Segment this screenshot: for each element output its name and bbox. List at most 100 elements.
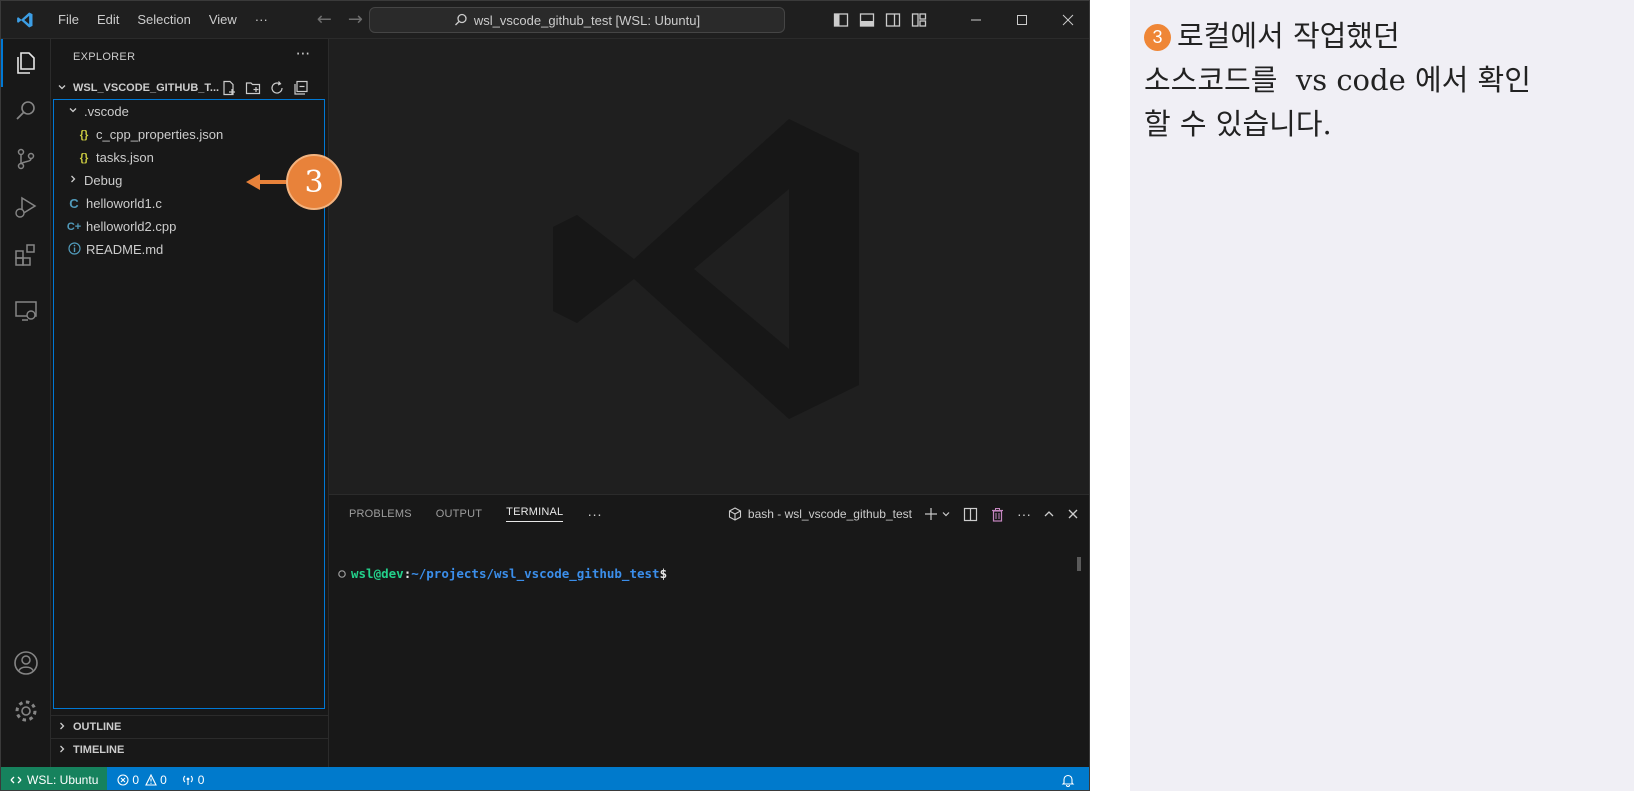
chevron-down-icon (55, 82, 69, 95)
warning-icon (145, 773, 157, 786)
refresh-icon[interactable] (269, 80, 285, 96)
prompt-user: wsl@dev (351, 566, 404, 581)
tree-item-helloworld2-cpp[interactable]: C+ helloworld2.cpp (54, 215, 324, 238)
remote-explorer-icon[interactable] (1, 287, 51, 335)
tab-problems[interactable]: PROBLEMS (349, 508, 412, 520)
maximize-panel-icon[interactable] (1043, 508, 1055, 520)
ports-count: 0 (197, 772, 205, 787)
customize-layout-icon[interactable] (911, 12, 927, 28)
menu-selection[interactable]: Selection (128, 1, 199, 39)
tab-output[interactable]: OUTPUT (436, 508, 482, 520)
folder-actions (221, 77, 309, 99)
new-folder-icon[interactable] (245, 80, 261, 96)
error-count: 0 (132, 772, 140, 787)
notifications-bell-icon[interactable] (1061, 773, 1075, 787)
window-controls (953, 1, 1089, 39)
prompt-dollar: $ (659, 566, 668, 581)
run-debug-icon[interactable] (1, 183, 51, 231)
maximize-icon[interactable] (999, 1, 1045, 39)
cpp-file-icon: C+ (66, 220, 82, 233)
tree-item-label: tasks.json (96, 150, 154, 165)
new-terminal-button[interactable] (924, 507, 951, 521)
activity-bar (1, 39, 51, 767)
command-center[interactable]: wsl_vscode_github_test [WSL: Ubuntu] (369, 7, 785, 33)
command-center-label: wsl_vscode_github_test [WSL: Ubuntu] (473, 12, 701, 28)
close-window-icon[interactable] (1045, 1, 1089, 39)
annotation-text: 3 로컬에서 작업했던 소스코드를 vs code 에서 확인 할 수 있습니다. (1144, 14, 1620, 146)
chevron-right-icon (55, 744, 69, 757)
status-bar: WSL: Ubuntu 0 0 0 (1, 767, 1089, 790)
toggle-panel-icon[interactable] (859, 12, 875, 28)
annotation-line-3: 할 수 있습니다. (1144, 107, 1332, 141)
remote-label: WSL: Ubuntu (27, 772, 99, 787)
chevron-down-icon (66, 105, 80, 118)
menu-view[interactable]: View (200, 1, 246, 39)
chevron-down-icon (942, 512, 950, 517)
vscode-window: File Edit Selection View ··· ← → wsl_vsc… (0, 0, 1090, 791)
source-control-icon[interactable] (1, 135, 51, 183)
vscode-logo-icon[interactable] (1, 1, 49, 39)
toggle-primary-sidebar-icon[interactable] (833, 12, 849, 28)
annotation-panel: 3 로컬에서 작업했던 소스코드를 vs code 에서 확인 할 수 있습니다. (1130, 0, 1634, 791)
warning-count: 0 (160, 772, 167, 787)
navigation-arrows: ← → (317, 9, 363, 30)
prompt-separator: : (403, 566, 412, 581)
outline-section[interactable]: OUTLINE (51, 715, 329, 738)
search-icon (454, 13, 467, 26)
callout-number: 3 (286, 154, 342, 210)
annotation-line-1: 로컬에서 작업했던 (1177, 19, 1400, 53)
json-file-icon: {} (79, 151, 89, 164)
tree-item-label: README.md (86, 242, 164, 257)
explorer-sidebar: EXPLORER ··· WSL_VSCODE_GITHUB_T... .vsc… (51, 39, 329, 767)
chevron-right-icon (66, 174, 80, 187)
close-panel-icon[interactable] (1067, 508, 1079, 520)
terminal-scrollbar[interactable] (1077, 557, 1081, 571)
prompt-path: ~/projects/wsl_vscode_github_test (411, 566, 660, 581)
bottom-panel: PROBLEMS OUTPUT TERMINAL ··· bash - wsl_… (329, 494, 1089, 767)
panel-overflow-icon[interactable]: ··· (1017, 506, 1031, 522)
timeline-label: TIMELINE (73, 744, 125, 756)
tree-item-label: helloworld2.cpp (86, 219, 177, 234)
panel-actions: bash - wsl_vscode_github_test ··· (728, 495, 1079, 533)
tree-item-label: .vscode (84, 104, 129, 119)
panel-tabs: PROBLEMS OUTPUT TERMINAL ··· (349, 495, 602, 533)
back-arrow-icon[interactable]: ← (317, 9, 332, 30)
problems-status[interactable]: 0 0 (117, 772, 167, 787)
editor-area[interactable] (329, 39, 1089, 494)
chevron-right-icon (55, 721, 69, 734)
explorer-more-icon[interactable]: ··· (296, 45, 310, 63)
timeline-section[interactable]: TIMELINE (51, 738, 329, 761)
workspace-folder-header[interactable]: WSL_VSCODE_GITHUB_T... (51, 77, 329, 99)
extensions-icon[interactable] (1, 231, 51, 279)
new-file-icon[interactable] (221, 80, 237, 96)
search-icon[interactable] (1, 87, 51, 135)
menu-more[interactable]: ··· (246, 1, 277, 39)
outline-label: OUTLINE (73, 721, 122, 733)
c-file-icon: C (69, 196, 79, 211)
layout-controls (833, 1, 927, 39)
terminal-prompt-line[interactable]: wsl@dev: ~/projects/wsl_vscode_github_tes… (337, 566, 667, 581)
tree-item-readme[interactable]: README.md (54, 238, 324, 261)
toggle-secondary-sidebar-icon[interactable] (885, 12, 901, 28)
settings-gear-icon[interactable] (1, 687, 51, 735)
info-icon (66, 241, 82, 258)
menu-file[interactable]: File (49, 1, 88, 39)
panel-more-icon[interactable]: ··· (587, 506, 602, 522)
remote-indicator[interactable]: WSL: Ubuntu (1, 767, 108, 790)
accounts-icon[interactable] (1, 639, 51, 687)
minimize-icon[interactable] (953, 1, 999, 39)
tree-item-label: c_cpp_properties.json (96, 127, 224, 142)
callout-marker: 3 (246, 154, 346, 212)
ports-status[interactable]: 0 (181, 772, 205, 787)
collapse-all-icon[interactable] (293, 80, 309, 96)
tree-item-vscode-folder[interactable]: .vscode (54, 100, 324, 123)
command-decoration-icon (338, 569, 346, 578)
split-terminal-icon[interactable] (963, 507, 978, 522)
tab-terminal[interactable]: TERMINAL (506, 506, 564, 522)
forward-arrow-icon[interactable]: → (348, 9, 363, 30)
tree-item-c-cpp-properties[interactable]: {} c_cpp_properties.json (54, 123, 324, 146)
menu-edit[interactable]: Edit (88, 1, 128, 39)
terminal-name[interactable]: bash - wsl_vscode_github_test (748, 507, 912, 521)
explorer-icon[interactable] (1, 39, 51, 87)
trash-icon[interactable] (990, 507, 1005, 522)
